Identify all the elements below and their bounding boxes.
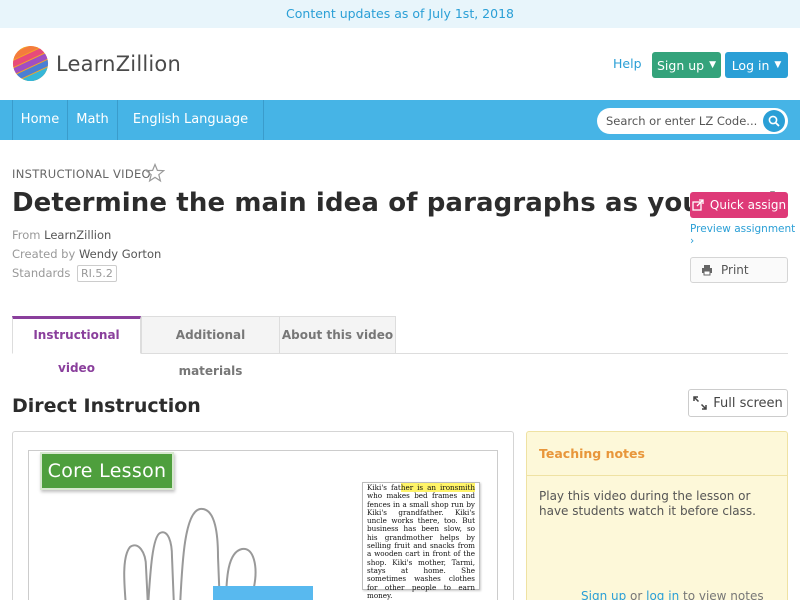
hand-drawing — [123, 507, 257, 600]
nav-item-home[interactable]: Home — [12, 100, 67, 140]
nav-item-math[interactable]: Math — [67, 100, 117, 140]
expand-icon — [693, 396, 707, 410]
full-screen-button[interactable]: Full screen — [688, 389, 788, 417]
search-button[interactable] — [763, 110, 785, 132]
author-name[interactable]: Wendy Gorton — [79, 247, 161, 261]
sign-up-label: Sign up — [656, 57, 705, 73]
section-title: Direct Instruction — [12, 395, 201, 417]
standards-row: Standards RI.5.2 — [12, 265, 117, 282]
quick-assign-button[interactable]: Quick assign — [690, 192, 788, 218]
video-frame-top-border — [28, 450, 498, 451]
video-overlay-bar — [213, 586, 313, 600]
share-arrow-icon — [692, 199, 704, 211]
page-title: Determine the main idea of paragraphs as… — [12, 188, 778, 218]
excerpt-rest: who makes bed frames and fences in a sma… — [367, 491, 475, 600]
core-lesson-badge: Core Lesson — [40, 452, 174, 490]
from-value[interactable]: LearnZillion — [44, 228, 111, 242]
preview-assignment-link[interactable]: Preview assignment › — [690, 223, 800, 247]
standard-badge[interactable]: RI.5.2 — [76, 265, 117, 282]
print-button[interactable]: Print — [690, 257, 788, 283]
video-frame-right-border — [497, 450, 498, 600]
logo-sphere-icon — [12, 45, 49, 82]
search-input[interactable] — [606, 112, 761, 130]
main-nav: Home Math English Language Arts — [0, 100, 800, 167]
sign-up-button[interactable]: Sign up ▼ — [652, 52, 721, 78]
help-link[interactable]: Help — [613, 56, 642, 71]
tab-instructional-video[interactable]: Instructional video — [12, 316, 141, 375]
sign-up-link[interactable]: Sign up — [581, 589, 626, 600]
favorite-star-icon[interactable] — [145, 163, 165, 183]
created-by-row: Created by Wendy Gorton — [12, 247, 161, 261]
created-by-label: Created by — [12, 247, 76, 261]
search-box — [597, 108, 788, 134]
log-in-label: Log in — [731, 57, 770, 73]
content-type-label: INSTRUCTIONAL VIDEO — [12, 167, 151, 181]
search-icon — [768, 115, 780, 127]
log-in-button[interactable]: Log in ▼ — [725, 52, 788, 78]
chevron-down-icon: ▼ — [709, 60, 717, 70]
standards-label: Standards — [12, 266, 71, 280]
teaching-notes-heading: Teaching notes — [527, 432, 787, 476]
text-excerpt: Kiki's father is an ironsmith who makes … — [367, 483, 475, 600]
log-in-link[interactable]: log in — [646, 589, 679, 600]
from-row: From LearnZillion — [12, 228, 111, 242]
tab-divider — [141, 353, 788, 354]
tab-additional-materials[interactable]: Additional materials — [141, 316, 280, 378]
chevron-down-icon: ▼ — [774, 60, 782, 70]
quick-assign-label: Quick assign — [709, 198, 787, 212]
teaching-notes-body: Play this video during the lesson or hav… — [539, 489, 756, 518]
full-screen-label: Full screen — [713, 395, 783, 411]
nav-item-ela[interactable]: English Language Arts — [117, 100, 264, 167]
site-header: LearnZillion Help Sign up ▼ Log in ▼ — [0, 28, 800, 100]
logo-text: LearnZillion — [56, 51, 181, 76]
learnzillion-logo[interactable]: LearnZillion — [12, 45, 181, 82]
tab-about-this-video[interactable]: About this video — [279, 316, 396, 354]
from-label: From — [12, 228, 41, 242]
print-label: Print — [721, 263, 749, 277]
teaching-notes-footer: Sign up or log in to view notes — [581, 589, 764, 600]
video-frame-left-border — [28, 450, 29, 600]
teaching-notes-panel: Teaching notes Play this video during th… — [526, 431, 788, 600]
view-notes-text: to view notes — [679, 589, 764, 600]
content-update-banner: Content updates as of July 1st, 2018 — [0, 0, 800, 28]
printer-icon — [702, 265, 712, 276]
or-text: or — [626, 589, 647, 600]
